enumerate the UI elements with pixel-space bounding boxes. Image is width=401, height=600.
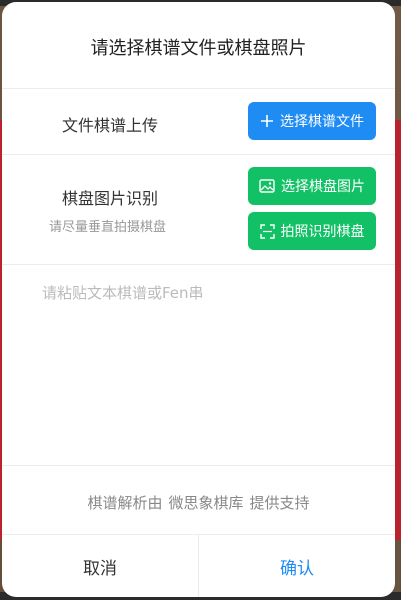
divider (2, 88, 395, 89)
select-file-button-label: 选择棋谱文件 (280, 114, 364, 130)
powered-by-note: 棋谱解析由 微思象棋库 提供支持 (2, 492, 395, 513)
divider (2, 465, 395, 466)
background-edge-right (395, 120, 401, 540)
scan-icon (259, 223, 275, 239)
image-section-hint: 请尽量垂直拍摄棋盘 (49, 220, 167, 235)
image-section-label: 棋盘图片识别 (62, 189, 159, 208)
powered-by-prefix: 棋谱解析由 (87, 494, 163, 512)
paste-placeholder: 请粘贴文本棋谱或Fen串 (42, 284, 204, 302)
select-image-button[interactable]: 选择棋盘图片 (248, 167, 376, 205)
paste-textarea[interactable]: 请粘贴文本棋谱或Fen串 (2, 265, 395, 465)
camera-recognize-button-label: 拍照识别棋盘 (280, 224, 365, 240)
confirm-button[interactable]: 确认 (199, 535, 395, 597)
plus-icon (260, 114, 274, 128)
dialog-actions: 取消 确认 (2, 534, 395, 597)
select-image-button-label: 选择棋盘图片 (281, 179, 365, 195)
image-icon (259, 179, 275, 193)
file-section-label: 文件棋谱上传 (62, 116, 159, 135)
cancel-button[interactable]: 取消 (2, 535, 199, 597)
divider (2, 154, 395, 155)
powered-by-provider: 微思象棋库 (168, 494, 244, 512)
select-file-button[interactable]: 选择棋谱文件 (248, 102, 376, 140)
import-dialog: 请选择棋谱文件或棋盘照片 文件棋谱上传 选择棋谱文件 棋盘图片识别 请尽量垂直拍… (2, 2, 395, 597)
powered-by-suffix: 提供支持 (249, 494, 310, 512)
dialog-title: 请选择棋谱文件或棋盘照片 (90, 38, 307, 59)
camera-recognize-button[interactable]: 拍照识别棋盘 (248, 212, 376, 250)
